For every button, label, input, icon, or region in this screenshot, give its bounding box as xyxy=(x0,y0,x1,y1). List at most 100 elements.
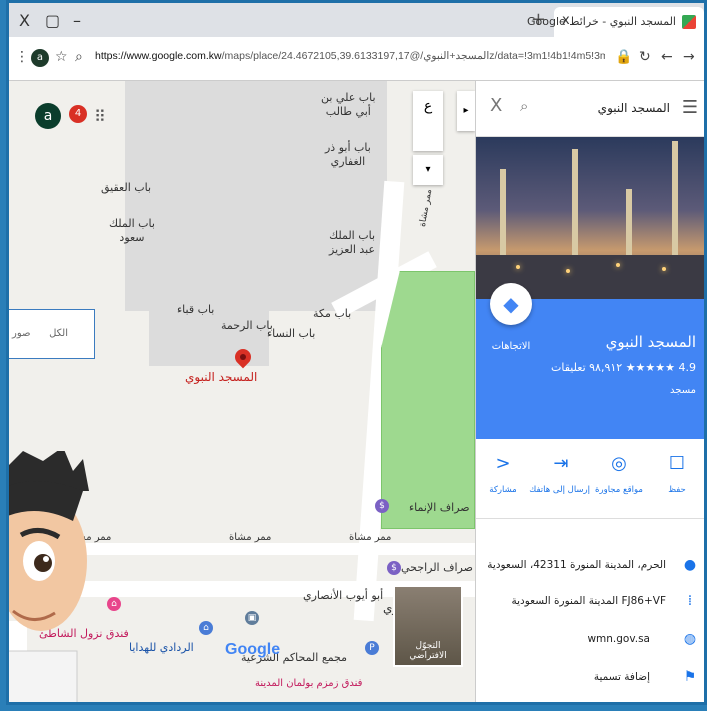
place-side-panel: ☰ المسجد النبوي ⌕ X ◆ الاتجاهات المسجد ا… xyxy=(474,81,704,702)
save-label: حفظ xyxy=(668,485,686,495)
browser-window: X ▢ – + المسجد النبوي - خرائط Google x ⋮… xyxy=(6,0,707,705)
review-count[interactable]: ٩٨,٩١٢ تعليقات xyxy=(551,361,622,374)
building-poi-icon[interactable]: ▣ xyxy=(245,611,259,625)
poi-label: صراف الإنماء xyxy=(409,501,470,514)
browser-tab[interactable]: المسجد النبوي - خرائط Google x xyxy=(527,7,704,37)
tab-close-icon[interactable]: x xyxy=(562,13,570,28)
send-to-phone-icon: ⇥ xyxy=(553,453,569,474)
save-button[interactable]: ☐ حفظ xyxy=(648,453,704,495)
account-avatar[interactable]: a xyxy=(35,103,61,129)
lamp-light xyxy=(616,263,620,267)
street-view-thumbnail[interactable]: التجوّل الافتراضي xyxy=(393,585,463,667)
minaret-shape xyxy=(572,149,578,259)
map-layer-control[interactable]: ع xyxy=(413,91,443,151)
share-label: مشاركة xyxy=(489,485,517,495)
maps-favicon-icon xyxy=(682,15,696,29)
map-canvas[interactable]: a 4 ⠿ ع ▾ ▸ باب علي بن أبي طالب باب أبو … xyxy=(9,81,475,702)
plus-code-row[interactable]: ⁞ FJ86+VF المدينة المنورة السعودية xyxy=(476,593,704,629)
shop-poi-icon[interactable]: ⌂ xyxy=(199,621,213,635)
collapse-panel-icon[interactable]: ▸ xyxy=(457,91,475,131)
rating-row[interactable]: 4.9 ★★★★★ ٩٨,٩١٢ تعليقات xyxy=(551,361,696,374)
search-icon[interactable]: ⌕ xyxy=(520,97,528,115)
poi-label: الردادي للهدايا xyxy=(129,641,194,654)
dropdown-caret-icon[interactable]: ▾ xyxy=(413,155,443,185)
atm-poi-icon[interactable]: $ xyxy=(375,499,389,513)
maximize-icon[interactable]: ▢ xyxy=(45,11,60,30)
plus-code-icon: ⁞ xyxy=(687,593,693,609)
website-text: wmn.gov.sa xyxy=(587,633,650,645)
gate-label: باب الرحمة xyxy=(221,319,273,332)
popup-images-label[interactable]: صور xyxy=(12,328,31,339)
street-view-label: التجوّل الافتراضي xyxy=(409,641,447,661)
park-area xyxy=(381,271,475,529)
minaret-shape xyxy=(500,169,506,259)
nearby-label: مواقع مجاورة xyxy=(595,485,643,495)
hamburger-menu-icon[interactable]: ☰ xyxy=(682,97,698,118)
street-label: أبو أيوب الأنصاري xyxy=(303,589,384,602)
street-label: ممر مشاة xyxy=(229,532,272,543)
minimize-icon[interactable]: – xyxy=(73,11,81,30)
place-header: ◆ الاتجاهات المسجد النبوي 4.9 ★★★★★ ٩٨,٩… xyxy=(476,283,704,439)
search-query[interactable]: المسجد النبوي xyxy=(598,101,670,115)
clear-search-icon[interactable]: X xyxy=(490,95,502,116)
globe-icon: ◍ xyxy=(683,631,697,647)
reload-icon[interactable]: ↻ xyxy=(639,49,651,65)
plus-code-text: FJ86+VF المدينة المنورة السعودية xyxy=(511,595,666,607)
profile-avatar[interactable]: a xyxy=(31,49,49,67)
lamp-light xyxy=(662,267,666,271)
notification-badge[interactable]: 4 xyxy=(69,105,87,123)
poi-label: صراف الراجحي xyxy=(401,561,473,574)
url-field[interactable]: https://www.google.com.kw/maps/place/الم… xyxy=(95,50,605,62)
bookmark-star-icon[interactable]: ☆ xyxy=(55,49,68,65)
address-row[interactable]: ● الحرم، المدينة المنورة 42311، السعودية xyxy=(476,557,704,593)
rating-stars-icon: ★★★★★ xyxy=(625,361,675,374)
street-label: ممر مشاة xyxy=(349,532,392,543)
menu-dots-icon[interactable]: ⋮ xyxy=(15,49,29,65)
action-row: ☐ حفظ ◎ مواقع مجاورة ⇥ إرسال إلى هاتفك <… xyxy=(474,439,704,519)
minaret-shape xyxy=(672,141,678,259)
lamp-light xyxy=(516,265,520,269)
cartoon-boy-illustration xyxy=(9,451,89,702)
gate-label: باب علي بن أبي طالب xyxy=(321,91,376,118)
popup-card[interactable]: الكل صور xyxy=(9,309,95,359)
back-icon[interactable]: ← xyxy=(661,49,673,65)
place-photo[interactable] xyxy=(476,137,704,299)
apps-grid-icon[interactable]: ⠿ xyxy=(94,107,106,126)
gate-label: باب قباء xyxy=(177,303,215,316)
send-to-phone-button[interactable]: ⇥ إرسال إلى هاتفك xyxy=(529,453,590,495)
location-pin-icon: ● xyxy=(683,557,697,573)
rating-value: 4.9 xyxy=(678,361,697,374)
nearby-icon: ◎ xyxy=(611,453,627,474)
mosque-map-label[interactable]: المسجد النبوي xyxy=(185,370,257,384)
tab-bar: X ▢ – + المسجد النبوي - خرائط Google x xyxy=(9,3,704,37)
map-search-label: ع xyxy=(423,98,433,114)
forward-icon[interactable]: → xyxy=(683,49,695,65)
gate-label: باب العقيق xyxy=(101,181,152,194)
search-icon[interactable]: ⌕ xyxy=(75,49,83,65)
add-label-text: إضافة تسمية xyxy=(593,671,650,683)
place-category[interactable]: مسجد xyxy=(670,385,696,396)
add-label-row[interactable]: ⚑ إضافة تسمية xyxy=(476,669,704,702)
address-text: الحرم، المدينة المنورة 42311، السعودية xyxy=(487,559,666,571)
search-box[interactable]: ☰ المسجد النبوي ⌕ X xyxy=(476,81,704,137)
minaret-shape xyxy=(626,189,632,259)
google-logo: Google xyxy=(225,641,280,659)
street-label: ممر مشاة xyxy=(417,188,435,228)
lamp-light xyxy=(566,269,570,273)
url-path: /maps/place/المسجد+النبوي/@24.4672105,39… xyxy=(221,50,605,62)
google-logo-text: Google xyxy=(225,641,281,658)
tab-title: المسجد النبوي - خرائط Google xyxy=(527,15,676,28)
share-button[interactable]: < مشاركة xyxy=(474,453,532,495)
send-to-phone-label: إرسال إلى هاتفك xyxy=(529,485,590,495)
website-row[interactable]: ◍ wmn.gov.sa xyxy=(476,631,704,667)
parking-poi-icon[interactable]: P xyxy=(365,641,379,655)
lock-icon: 🔒 xyxy=(615,49,633,65)
atm-poi-icon[interactable]: $ xyxy=(387,561,401,575)
directions-icon[interactable]: ◆ xyxy=(490,283,532,325)
nearby-button[interactable]: ◎ مواقع مجاورة xyxy=(590,453,648,495)
gate-label: باب مكة xyxy=(313,307,352,320)
close-window-icon[interactable]: X xyxy=(19,11,30,30)
popup-all-label[interactable]: الكل xyxy=(49,328,68,339)
directions-label[interactable]: الاتجاهات xyxy=(488,341,534,352)
bookmark-icon: ☐ xyxy=(668,453,686,474)
